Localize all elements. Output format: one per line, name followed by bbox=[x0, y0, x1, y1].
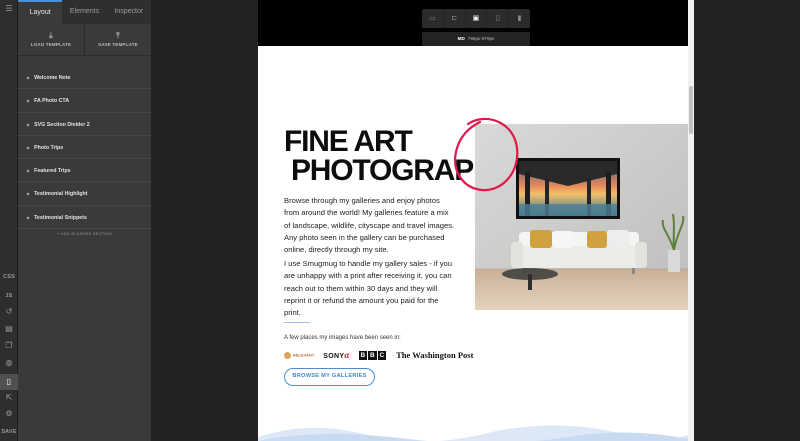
caret-right-icon: ▶ bbox=[27, 214, 31, 220]
preview-canvas: ▭ ⊏ ▣ ▯ ▮ MD 768px-979px FINE ART PHOTOGR… bbox=[258, 0, 694, 441]
load-template-label: LOAD TEMPLATE bbox=[30, 42, 72, 47]
section-item-label: SVG Section Divider 2 bbox=[34, 121, 90, 128]
section-list: ▶ Welcome Note ▶ FA Photo CTA ▶ SVG Section… bbox=[18, 66, 151, 230]
section-item[interactable]: ▶ Testimonial Highlight bbox=[18, 182, 151, 206]
press-logos: RELEVANT SONYα BBC The Washington Post bbox=[284, 349, 474, 361]
tab-inspector[interactable]: Inspector bbox=[107, 0, 151, 24]
sales-paragraph: I use Smugmug to handle my gallery sales… bbox=[284, 259, 452, 318]
upload-icon: ⤒ bbox=[116, 31, 120, 40]
template-actions: ⤓ LOAD TEMPLATE ⤒ SAVE TEMPLATE bbox=[18, 24, 151, 56]
builder-panel: Layout Elements Inspector ⤓ LOAD TEMPLAT… bbox=[18, 0, 152, 441]
section-item-label: Testimonial Highlight bbox=[34, 191, 88, 198]
intro-paragraph: Browse through my galleries and enjoy ph… bbox=[284, 196, 455, 255]
section-item[interactable]: ▶ FA Photo CTA bbox=[18, 89, 151, 113]
save-button[interactable]: SAVE bbox=[0, 425, 18, 439]
caret-right-icon: ▶ bbox=[27, 98, 31, 104]
tablet-portrait-icon[interactable]: ▯ bbox=[487, 9, 510, 28]
caret-right-icon: ▶ bbox=[27, 168, 31, 174]
save-template-label: SAVE TEMPLATE bbox=[98, 42, 138, 47]
section-item-label: Welcome Note bbox=[34, 75, 71, 81]
section-item[interactable]: ▶ Testimonial Snippets bbox=[18, 206, 151, 230]
section-item[interactable]: ▶ Welcome Note bbox=[18, 66, 151, 90]
menu-icon[interactable]: ☰ bbox=[0, 2, 18, 16]
phone-icon[interactable]: ▮ bbox=[509, 9, 530, 28]
device-switcher: ▭ ⊏ ▣ ▯ ▮ bbox=[422, 9, 530, 28]
page-builder-app: ☰ CSS JS ↺ ▤ ❐ ◍ ▯ ⇱ ⚙ SAVE Layout Eleme… bbox=[0, 0, 800, 441]
panel-tabs: Layout Elements Inspector bbox=[18, 0, 151, 24]
breakpoint-range: 768px-979px bbox=[467, 36, 495, 41]
settings-gear-icon[interactable]: ⚙ bbox=[0, 407, 18, 421]
caret-right-icon: ▶ bbox=[27, 75, 31, 80]
tab-layout[interactable]: Layout bbox=[18, 0, 63, 24]
caret-right-icon: ▶ bbox=[27, 191, 31, 197]
divider bbox=[284, 322, 310, 323]
css-button[interactable]: CSS bbox=[0, 270, 18, 284]
bbc-logo: BBC bbox=[358, 350, 387, 360]
globe-icon[interactable]: ◍ bbox=[0, 356, 18, 370]
preview-scrollbar[interactable] bbox=[688, 0, 694, 441]
responsive-view-icon[interactable]: ▯ bbox=[0, 374, 18, 390]
tab-elements[interactable]: Elements bbox=[62, 0, 106, 24]
pages-icon[interactable]: ❐ bbox=[0, 339, 18, 353]
washington-post-logo: The Washington Post bbox=[396, 350, 474, 360]
browse-galleries-button[interactable]: BROWSE MY GALLERIES bbox=[284, 368, 375, 386]
download-icon: ⤓ bbox=[49, 31, 53, 40]
load-template-button[interactable]: ⤓ LOAD TEMPLATE bbox=[18, 24, 85, 55]
section-item-label: FA Photo CTA bbox=[34, 98, 70, 105]
external-link-icon[interactable]: ⇱ bbox=[0, 391, 18, 405]
section-item[interactable]: ▶ Featured Trips bbox=[18, 159, 151, 183]
laptop-icon[interactable]: ⊏ bbox=[444, 9, 466, 28]
section-item-label: Testimonial Snippets bbox=[34, 214, 87, 221]
desktop-large-icon[interactable]: ▭ bbox=[422, 9, 444, 28]
relevant-logo: RELEVANT bbox=[284, 351, 314, 359]
section-item[interactable]: ▶ Photo Trips bbox=[18, 136, 151, 160]
page-preview: FINE ART PHOTOGRAP Browse through my gal… bbox=[258, 46, 688, 441]
history-icon[interactable]: ↺ bbox=[0, 305, 18, 319]
left-icon-rail: ☰ CSS JS ↺ ▤ ❐ ◍ ▯ ⇱ ⚙ SAVE bbox=[0, 0, 18, 441]
scrollbar-thumb[interactable] bbox=[689, 86, 693, 134]
breakpoint-indicator: MD 768px-979px bbox=[422, 32, 530, 46]
section-item[interactable]: ▶ SVG Section Divider 2 bbox=[18, 113, 151, 136]
section-item-label: Featured Trips bbox=[34, 168, 71, 175]
caret-right-icon: ▶ bbox=[27, 121, 31, 127]
sony-alpha-logo: SONYα bbox=[323, 350, 350, 360]
tablet-landscape-icon[interactable]: ▣ bbox=[466, 9, 488, 28]
layout-icon[interactable]: ▤ bbox=[0, 322, 18, 336]
wave-section-divider bbox=[258, 425, 688, 441]
seen-in-label: A few places my images have been seen in… bbox=[284, 335, 401, 341]
caret-right-icon: ▶ bbox=[27, 144, 31, 150]
device-toolbar: ▭ ⊏ ▣ ▯ ▮ MD 768px-979px bbox=[258, 0, 688, 46]
save-template-button[interactable]: ⤒ SAVE TEMPLATE bbox=[85, 24, 151, 55]
add-section-link[interactable]: + ADD SLASHED SECTION bbox=[18, 232, 151, 236]
section-item-label: Photo Trips bbox=[34, 144, 64, 151]
breakpoint-label: MD bbox=[457, 36, 465, 41]
js-button[interactable]: JS bbox=[0, 289, 18, 303]
annotation-circle bbox=[454, 118, 519, 192]
